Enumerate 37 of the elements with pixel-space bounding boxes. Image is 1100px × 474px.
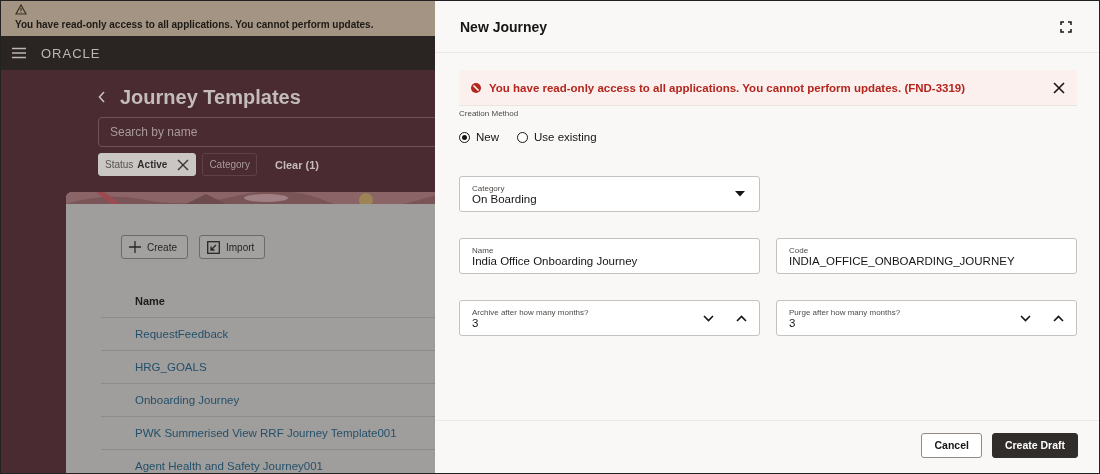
import-button[interactable]: Import	[199, 235, 266, 259]
fullscreen-icon[interactable]	[1060, 20, 1072, 33]
number-field[interactable]: Archive after how many months? 3	[459, 300, 760, 336]
filter-chip[interactable]: Category	[202, 153, 257, 176]
logo[interactable]: ORACLE	[41, 45, 101, 61]
text-field[interactable]: Code INDIA_OFFICE_ONBOARDING_JOURNEY	[776, 238, 1077, 274]
create-draft-button[interactable]: Create Draft	[991, 432, 1078, 458]
clear-link[interactable]: Clear (1)	[274, 158, 319, 171]
chevron-up-icon[interactable]	[1053, 314, 1064, 322]
create-button[interactable]: Create	[121, 235, 188, 259]
chevron-down-icon[interactable]	[703, 314, 714, 322]
dropdown-field[interactable]: Category On Boarding	[459, 176, 760, 212]
plus-icon	[129, 241, 141, 253]
filter-chip[interactable]: Status Active	[98, 153, 197, 176]
number-field[interactable]: Purge after how many months? 3	[776, 300, 1077, 336]
drawer-title: New Journey	[460, 18, 548, 35]
chevron-down-icon[interactable]	[1020, 314, 1031, 322]
caret-icon	[735, 191, 745, 197]
chevron-up-icon[interactable]	[736, 314, 747, 322]
warning-text: You have read-only access to all applications. You cannot perform updates.	[15, 19, 375, 30]
error-icon	[471, 82, 481, 93]
radio-button[interactable]	[517, 131, 528, 143]
import-icon	[207, 240, 220, 254]
menu-icon[interactable]	[11, 47, 27, 59]
search-field[interactable]: Search by name	[98, 117, 435, 147]
field-label: Creation Method	[459, 109, 520, 118]
page-title: Journey Templates	[120, 85, 301, 109]
cancel-button[interactable]: Cancel	[921, 432, 982, 458]
radio-option[interactable]: Use existing	[517, 131, 597, 143]
close-icon[interactable]	[1053, 81, 1065, 94]
radio-option[interactable]: New	[459, 131, 499, 143]
radio-button[interactable]	[459, 131, 470, 143]
error-text: You have read-only access to all applications. You cannot perform updates. (FND-3319)	[489, 81, 967, 94]
warning-icon	[15, 4, 27, 15]
back-icon[interactable]	[98, 91, 106, 103]
close-icon[interactable]	[177, 158, 190, 171]
text-field[interactable]: Name India Office Onboarding Journey	[459, 238, 760, 274]
